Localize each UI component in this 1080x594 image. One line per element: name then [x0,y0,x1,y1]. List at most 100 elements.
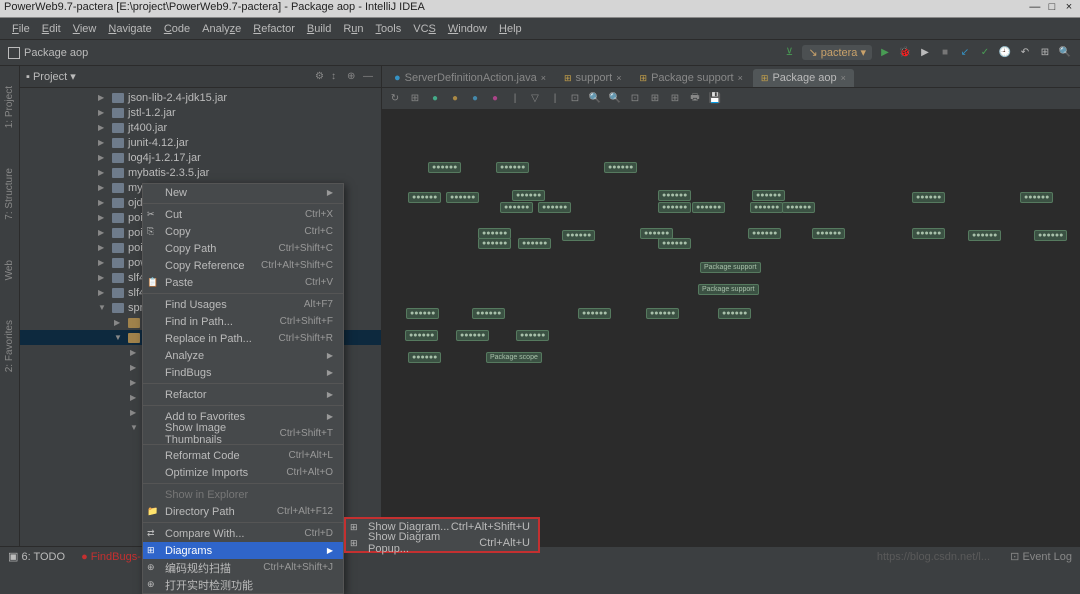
rail-web[interactable]: Web [4,260,15,280]
diagram-node[interactable]: ●●●●●● [812,228,845,239]
breadcrumb[interactable]: Package aop [24,47,88,59]
menu-tools[interactable]: Tools [370,23,408,35]
diagram-node[interactable]: ●●●●●● [1034,230,1067,241]
diagram-node[interactable]: Package scope [486,352,542,363]
diagram-node[interactable]: ●●●●●● [428,162,461,173]
menu-item[interactable]: ⊕打开实时检测功能 [143,576,343,593]
menu-edit[interactable]: Edit [36,23,67,35]
diagram-node[interactable]: ●●●●●● [748,228,781,239]
close-icon[interactable]: × [541,73,546,83]
history-button[interactable]: 🕘 [998,46,1012,60]
diagram-node[interactable]: ●●●●●● [968,230,1001,241]
actual-size-icon[interactable]: ⊞ [648,92,662,106]
diagram-node[interactable]: ●●●●●● [692,202,725,213]
scroll-icon[interactable]: ⊕ [347,71,359,83]
diagram-node[interactable]: ●●●●●● [578,308,611,319]
hide-icon[interactable]: — [363,71,375,83]
menu-item[interactable]: Show Image ThumbnailsCtrl+Shift+T [143,425,343,442]
menu-item[interactable]: Copy ReferenceCtrl+Alt+Shift+C [143,257,343,274]
coverage-button[interactable]: ▶ [918,46,932,60]
diagram-node[interactable]: ●●●●●● [658,202,691,213]
diagram-node[interactable]: ●●●●●● [446,192,479,203]
revert-button[interactable]: ↶ [1018,46,1032,60]
menu-code[interactable]: Code [158,23,196,35]
submenu-item[interactable]: ⊞Show Diagram Popup...Ctrl+Alt+U [346,535,538,551]
diagram-node[interactable]: ●●●●●● [912,192,945,203]
close-icon[interactable]: × [738,73,743,83]
menu-item[interactable]: Refactor▶ [143,386,343,403]
close-button[interactable]: × [1062,1,1076,13]
menu-item[interactable]: 📋PasteCtrl+V [143,274,343,291]
diagram-node[interactable]: ●●●●●● [658,190,691,201]
menu-item[interactable]: ⇄Compare With...Ctrl+D [143,525,343,542]
rail-favorites[interactable]: 2: Favorites [4,320,15,372]
menu-item[interactable]: Analyze▶ [143,347,343,364]
tree-item[interactable]: ▶jt400.jar [20,120,381,135]
diagram-node[interactable]: ●●●●●● [408,192,441,203]
menu-item[interactable]: 📁Directory PathCtrl+Alt+F12 [143,503,343,520]
menu-vcs[interactable]: VCS [407,23,442,35]
run-button[interactable]: ▶ [878,46,892,60]
editor-tab[interactable]: ⊞support× [556,69,630,87]
menu-item[interactable]: Find in Path...Ctrl+Shift+F [143,313,343,330]
tree-item[interactable]: ▶jstl-1.2.jar [20,105,381,120]
filter-icon[interactable]: ● [468,92,482,106]
editor-tab[interactable]: ⊞Package support× [632,69,751,87]
menu-help[interactable]: Help [493,23,528,35]
structure-button[interactable]: ⊞ [1038,46,1052,60]
diagram-node[interactable]: ●●●●●● [405,330,438,341]
diagram-node[interactable]: ●●●●●● [456,330,489,341]
diagram-node[interactable]: ●●●●●● [406,308,439,319]
menu-navigate[interactable]: Navigate [102,23,157,35]
menu-item[interactable]: Reformat CodeCtrl+Alt+L [143,447,343,464]
menu-item[interactable]: Replace in Path...Ctrl+Shift+R [143,330,343,347]
menu-view[interactable]: View [67,23,103,35]
filter-icon[interactable]: ● [488,92,502,106]
tree-item[interactable]: ▶json-lib-2.4-jdk15.jar [20,90,381,105]
zoom-in-icon[interactable]: 🔍 [588,92,602,106]
menu-item[interactable]: ⊞Diagrams▶ [143,542,343,559]
run-config-combo[interactable]: ↘ pactera ▾ [802,45,872,60]
diagram-node[interactable]: ●●●●●● [496,162,529,173]
filter-icon[interactable]: ● [448,92,462,106]
diagram-canvas[interactable]: ●●●●●●●●●●●●●●●●●●●●●●●●●●●●●●●●●●●●●●●●… [382,110,1080,546]
tree-item[interactable]: ▶log4j-1.2.17.jar [20,150,381,165]
update-vcs-button[interactable]: ↙ [958,46,972,60]
menu-run[interactable]: Run [337,23,369,35]
rail-structure[interactable]: 7: Structure [4,168,15,220]
diagram-node[interactable]: ●●●●●● [604,162,637,173]
refresh-icon[interactable]: ↻ [388,92,402,106]
close-icon[interactable]: × [616,73,621,83]
maximize-button[interactable]: □ [1045,1,1059,13]
print-icon[interactable]: 🖶 [688,92,702,106]
diagram-node[interactable]: ●●●●●● [718,308,751,319]
grid-icon[interactable]: ⊞ [668,92,682,106]
tree-item[interactable]: ▶mybatis-2.3.5.jar [20,165,381,180]
diagram-node[interactable]: ●●●●●● [646,308,679,319]
menu-window[interactable]: Window [442,23,493,35]
diagram-node[interactable]: ●●●●●● [562,230,595,241]
menu-item[interactable]: ✂CutCtrl+X [143,206,343,223]
fit-icon[interactable]: ⊡ [628,92,642,106]
layout-icon[interactable]: ⊞ [408,92,422,106]
diagram-node[interactable]: ●●●●●● [658,238,691,249]
menu-analyze[interactable]: Analyze [196,23,247,35]
diagram-node[interactable]: ●●●●●● [750,202,783,213]
collapse-icon[interactable]: ↕ [331,71,343,83]
menu-build[interactable]: Build [301,23,337,35]
build-button[interactable]: ⊻ [782,46,796,60]
diagram-node[interactable]: ●●●●●● [500,202,533,213]
diagram-node[interactable]: ●●●●●● [512,190,545,201]
menu-refactor[interactable]: Refactor [247,23,301,35]
menu-item[interactable]: ⊕编码规约扫描Ctrl+Alt+Shift+J [143,559,343,576]
rail-project[interactable]: 1: Project [4,86,15,128]
diagram-node[interactable]: ●●●●●● [478,238,511,249]
minimize-button[interactable]: — [1028,1,1042,13]
editor-tab[interactable]: ⊞Package aop× [753,69,854,87]
diagram-node[interactable]: Package support [698,284,759,295]
zoom-out-icon[interactable]: 🔍 [608,92,622,106]
event-log[interactable]: ⊡ Event Log [1010,550,1072,563]
menu-item[interactable]: Copy PathCtrl+Shift+C [143,240,343,257]
filter-icon[interactable]: ▽ [528,92,542,106]
export-icon[interactable]: 💾 [708,92,722,106]
